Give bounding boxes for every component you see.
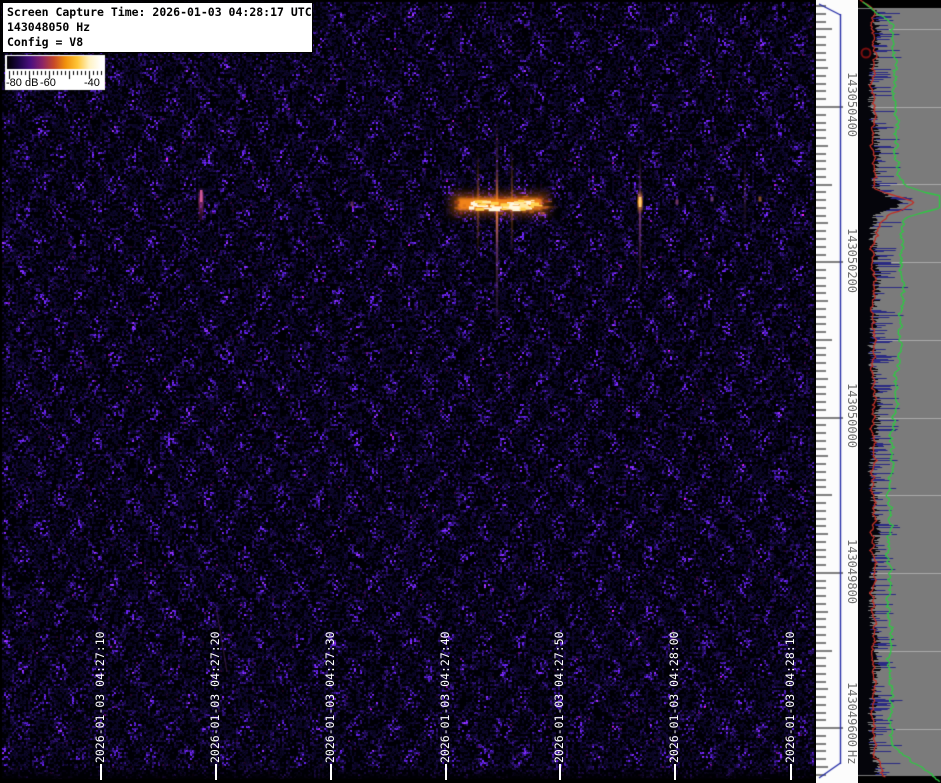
screen-capture-view: Screen Capture Time: 2026-01-03 04:28:17…: [0, 0, 941, 783]
config-text: Config = V8: [7, 35, 84, 49]
center-frequency-text: 143048050 Hz: [7, 20, 91, 34]
frequency-unit-label: Hz: [845, 750, 859, 765]
waterfall-spectrogram: [0, 0, 816, 783]
capture-info-box: Screen Capture Time: 2026-01-03 04:28:17…: [2, 2, 313, 53]
capture-time-text: Screen Capture Time: 2026-01-03 04:28:17…: [7, 5, 312, 19]
spectrum-panel: [858, 0, 941, 783]
frequency-ruler: [816, 0, 858, 783]
